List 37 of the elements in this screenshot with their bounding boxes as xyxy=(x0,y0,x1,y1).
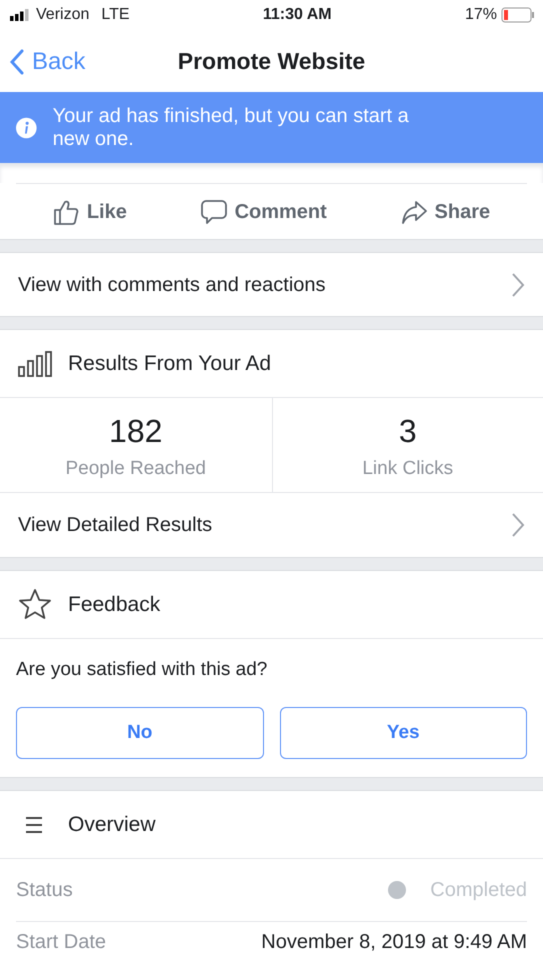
section-title: Feedback xyxy=(68,592,160,618)
back-button[interactable]: Back xyxy=(10,44,86,80)
battery-icon xyxy=(501,7,536,23)
thumbs-up-icon xyxy=(52,198,79,224)
share-arrow-icon xyxy=(400,198,427,224)
share-button[interactable]: Share xyxy=(394,196,496,228)
detailed-results-row[interactable]: View Detailed Results xyxy=(0,493,543,557)
feedback-button[interactable]: No xyxy=(16,707,264,759)
status-dot xyxy=(388,881,406,899)
chevron-right-icon xyxy=(511,512,525,538)
clock-time: 11:30 AM xyxy=(262,5,333,25)
screen-title: Promote Website xyxy=(178,46,366,76)
stat-label: Link Clicks xyxy=(362,456,454,481)
view-comments-row[interactable]: View with comments and reactions xyxy=(0,253,543,316)
info-icon xyxy=(16,116,37,140)
carrier-name: Verizon xyxy=(36,5,90,25)
network-type: LTE xyxy=(101,5,130,25)
section-title: Results From Your Ad xyxy=(68,350,272,377)
feedback-question: Are you satisfied with this ad? xyxy=(15,658,268,682)
chevron-right-icon xyxy=(511,272,525,298)
like-button[interactable]: Like xyxy=(46,196,133,228)
stat-value: 182 xyxy=(109,412,162,451)
banner-message: Your ad has finished, but you can start a new one. xyxy=(52,104,410,150)
stat-label: People Reached xyxy=(66,456,206,481)
chevron-left-icon xyxy=(10,49,24,75)
field-value: November 8, 2019 at 9:49 AM xyxy=(261,930,527,955)
bar-chart-icon xyxy=(18,350,52,376)
field-label: Status xyxy=(16,878,73,903)
comment-button[interactable]: Comment xyxy=(194,196,333,228)
stat-value: 3 xyxy=(398,412,417,451)
star-icon xyxy=(18,588,52,622)
section-title: Overview xyxy=(68,812,156,838)
speech-bubble-icon xyxy=(200,198,227,224)
status-value: Completed xyxy=(430,878,527,903)
field-label: Start Date xyxy=(16,930,106,955)
battery-percent: 17% xyxy=(464,5,498,25)
feedback-button[interactable]: Yes xyxy=(280,707,527,759)
